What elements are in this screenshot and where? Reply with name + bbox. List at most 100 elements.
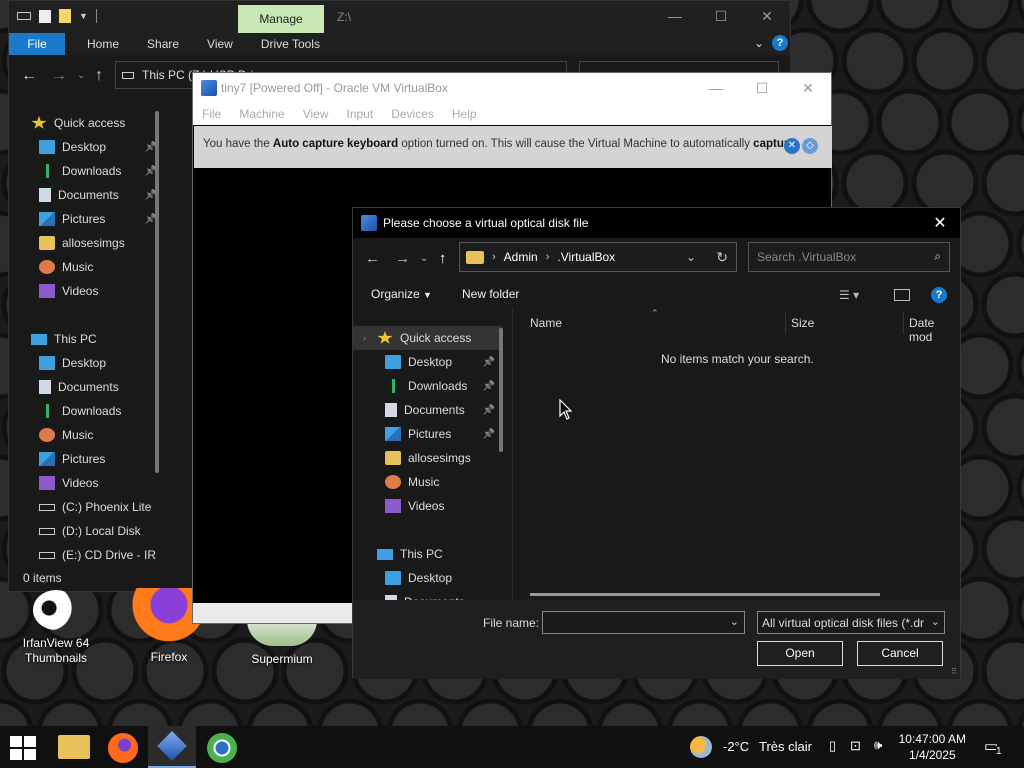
firefox-taskbar-icon[interactable] xyxy=(108,733,138,763)
explorer-nav-item[interactable]: Desktop 📌 xyxy=(9,135,169,159)
pane-divider[interactable] xyxy=(512,308,513,602)
explorer-nav-item[interactable]: (C:) Phoenix Lite xyxy=(9,495,169,519)
dialog-nav-item[interactable]: allosesimgs xyxy=(353,446,503,470)
volume-icon[interactable]: 🕪 xyxy=(874,737,882,753)
recent-dropdown-icon[interactable]: ⌄ xyxy=(77,70,85,81)
column-date-modified[interactable]: Date mod xyxy=(909,316,960,344)
dialog-nav-item[interactable]: Desktop 📌 xyxy=(353,350,503,374)
new-folder-button[interactable]: New folder xyxy=(462,287,519,301)
dialog-nav-item[interactable]: This PC xyxy=(353,542,503,566)
column-size[interactable]: Size xyxy=(791,316,814,330)
menu-help[interactable]: Help xyxy=(443,103,486,125)
virtualbox-taskbar-button[interactable] xyxy=(148,726,196,768)
explorer-nav-item[interactable]: Downloads xyxy=(9,399,169,423)
explorer-nav-item[interactable]: Videos xyxy=(9,471,169,495)
up-arrow-icon[interactable]: ↑ xyxy=(95,67,103,85)
recent-dropdown-icon[interactable]: ⌄ xyxy=(420,253,428,264)
expand-chevron-icon[interactable]: › xyxy=(363,333,366,343)
dialog-nav-item[interactable]: Videos xyxy=(353,494,503,518)
dialog-nav-item[interactable]: Pictures 📌 xyxy=(353,422,503,446)
preview-pane-icon[interactable] xyxy=(894,289,910,301)
explorer-nav-item[interactable]: (E:) CD Drive - IR xyxy=(9,543,169,567)
tab-drive-tools[interactable]: Drive Tools xyxy=(247,33,334,55)
breadcrumb-virtualbox[interactable]: .VirtualBox xyxy=(557,250,615,264)
breadcrumb-admin[interactable]: Admin xyxy=(504,250,538,264)
explorer-nav-item[interactable]: allosesimgs xyxy=(9,231,169,255)
supermium-taskbar-icon[interactable] xyxy=(207,733,237,763)
explorer-nav-item[interactable]: This PC xyxy=(9,327,169,351)
refresh-icon[interactable]: ↻ xyxy=(716,249,728,266)
dialog-nav-scrollbar[interactable] xyxy=(499,328,503,452)
tab-file[interactable]: File xyxy=(9,33,65,55)
cancel-button[interactable]: Cancel xyxy=(857,641,943,666)
explorer-nav-item[interactable]: Desktop xyxy=(9,351,169,375)
minimize-icon[interactable]: — xyxy=(652,1,698,33)
explorer-nav-item[interactable]: Documents xyxy=(9,375,169,399)
properties-icon[interactable] xyxy=(39,9,51,23)
windows-start-icon[interactable] xyxy=(10,736,36,760)
menu-view[interactable]: View xyxy=(294,103,338,125)
close-notice-icon[interactable]: ✕ xyxy=(784,138,800,154)
tab-view[interactable]: View xyxy=(193,33,247,55)
chevron-down-icon[interactable]: ⌄ xyxy=(730,615,739,628)
dialog-nav-item[interactable]: Downloads 📌 xyxy=(353,374,503,398)
file-name-input[interactable]: ⌄ xyxy=(542,611,745,634)
address-this-pc[interactable]: This PC xyxy=(142,68,185,82)
dialog-nav-item[interactable]: Desktop xyxy=(353,566,503,590)
resize-grip-icon[interactable]: ⠿ xyxy=(951,667,957,676)
system-clock[interactable]: 10:47:00 AM 1/4/2025 xyxy=(899,731,966,763)
explorer-nav-item[interactable]: Videos xyxy=(9,279,169,303)
forward-arrow-icon[interactable]: → xyxy=(395,250,410,267)
drive-icon[interactable] xyxy=(17,12,31,20)
dialog-nav-item[interactable]: Documents 📌 xyxy=(353,398,503,422)
weather-temperature[interactable]: -2°C xyxy=(723,739,749,754)
forward-arrow-icon[interactable]: → xyxy=(51,67,67,85)
menu-devices[interactable]: Devices xyxy=(382,103,443,125)
explorer-nav-item[interactable]: Pictures xyxy=(9,447,169,471)
menu-input[interactable]: Input xyxy=(338,103,383,125)
help-icon[interactable]: ? xyxy=(931,287,947,303)
tab-home[interactable]: Home xyxy=(73,33,133,55)
mute-notice-icon[interactable]: ◇ xyxy=(802,138,818,154)
close-icon[interactable]: ✕ xyxy=(744,1,790,33)
column-separator[interactable] xyxy=(785,312,786,334)
menu-machine[interactable]: Machine xyxy=(230,103,293,125)
dialog-nav-item[interactable]: Music xyxy=(353,470,503,494)
tab-manage[interactable]: Manage xyxy=(238,5,324,33)
weather-condition[interactable]: Très clair xyxy=(759,739,812,754)
new-folder-icon[interactable] xyxy=(59,9,71,23)
explorer-nav-scrollbar[interactable] xyxy=(155,111,159,473)
explorer-nav-item[interactable]: Music xyxy=(9,423,169,447)
explorer-nav-item[interactable]: Downloads 📌 xyxy=(9,159,169,183)
dialog-search-input[interactable]: Search .VirtualBox ⌕ xyxy=(748,242,950,272)
file-explorer-taskbar-icon[interactable] xyxy=(58,735,90,759)
close-icon[interactable]: ✕ xyxy=(785,73,831,103)
open-button[interactable]: Open xyxy=(757,641,843,666)
explorer-nav-item[interactable]: Documents 📌 xyxy=(9,183,169,207)
maximize-icon[interactable]: ☐ xyxy=(698,1,744,33)
tab-share[interactable]: Share xyxy=(133,33,193,55)
desktop-icon-supermium[interactable]: Supermium xyxy=(240,620,324,667)
maximize-icon[interactable]: ☐ xyxy=(739,73,785,103)
network-icon[interactable]: ⊡ xyxy=(850,738,861,754)
weather-moon-icon[interactable] xyxy=(690,736,712,758)
minimize-icon[interactable]: — xyxy=(693,73,739,103)
customize-dropdown-icon[interactable]: ▼ xyxy=(79,11,88,21)
file-type-select[interactable]: All virtual optical disk files (*.dr ⌄ xyxy=(757,611,945,634)
column-separator[interactable] xyxy=(903,312,904,334)
help-icon[interactable]: ? xyxy=(772,35,788,51)
dialog-nav-item[interactable]: › Quick access xyxy=(353,326,503,350)
desktop-icon-irfanview[interactable]: IrfanView 64 Thumbnails xyxy=(10,590,102,666)
horizontal-scrollbar[interactable] xyxy=(530,593,880,596)
explorer-nav-item[interactable]: Pictures 📌 xyxy=(9,207,169,231)
back-arrow-icon[interactable]: ← xyxy=(21,67,37,85)
up-arrow-icon[interactable]: ↑ xyxy=(439,250,447,267)
close-icon[interactable]: ✕ xyxy=(928,213,952,233)
usb-eject-icon[interactable]: ▯ xyxy=(829,738,836,754)
expand-ribbon-icon[interactable]: ⌄ xyxy=(754,36,764,50)
menu-file[interactable]: File xyxy=(193,103,230,125)
explorer-nav-item[interactable]: (D:) Local Disk xyxy=(9,519,169,543)
explorer-nav-item[interactable]: Quick access xyxy=(9,111,169,135)
dialog-address-bar[interactable]: › Admin › .VirtualBox ⌄ ↻ xyxy=(459,242,737,272)
organize-button[interactable]: Organize ▼ xyxy=(371,287,432,301)
